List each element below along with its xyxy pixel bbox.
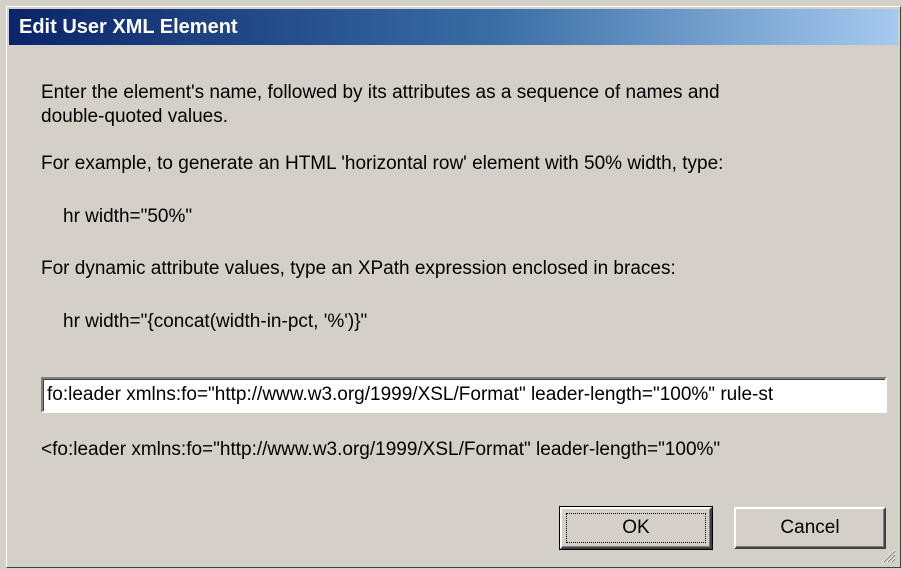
instruction-line-2: double-quoted values.	[41, 106, 228, 127]
resize-grip-icon[interactable]	[880, 547, 896, 563]
ok-button[interactable]: OK	[559, 506, 713, 550]
xml-element-input[interactable]	[41, 377, 887, 413]
focus-rectangle	[566, 513, 706, 543]
title-bar[interactable]: Edit User XML Element	[9, 9, 898, 45]
cancel-button[interactable]: Cancel	[734, 507, 886, 549]
element-preview-text: <fo:leader xmlns:fo="http://www.w3.org/1…	[41, 439, 721, 460]
dynamic-code-text: hr width="{concat(width-in-pct, '%')}"	[63, 311, 368, 332]
dynamic-intro-text: For dynamic attribute values, type an XP…	[41, 258, 676, 279]
instruction-line-1: Enter the element's name, followed by it…	[41, 82, 720, 103]
edit-user-xml-element-dialog: Edit User XML Element Enter the element'…	[6, 6, 901, 568]
example-intro-text: For example, to generate an HTML 'horizo…	[41, 153, 724, 174]
cancel-button-label: Cancel	[780, 517, 840, 538]
example-code-text: hr width="50%"	[63, 206, 193, 227]
dialog-title: Edit User XML Element	[19, 16, 238, 38]
